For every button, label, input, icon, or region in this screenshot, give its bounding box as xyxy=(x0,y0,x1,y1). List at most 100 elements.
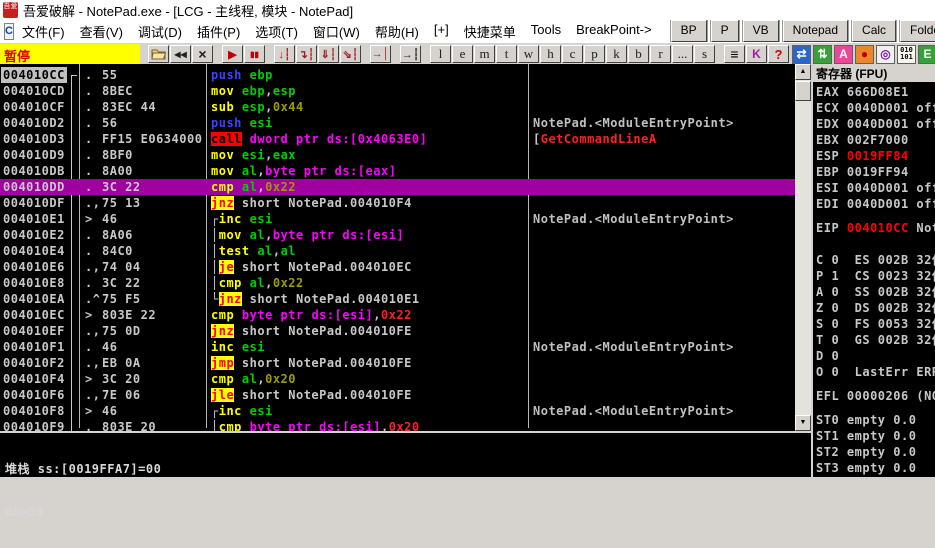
register-row[interactable]: C 0 ES 002B 32位 xyxy=(816,252,935,268)
quick-button-bp[interactable]: BP xyxy=(671,20,707,42)
register-row[interactable]: EBP 0019FF94 xyxy=(816,164,935,180)
trace-into-button[interactable]: ⇓┆ xyxy=(318,45,339,63)
register-row[interactable]: ECX 0040D001 off xyxy=(816,100,935,116)
window-button-b[interactable]: b xyxy=(628,45,649,63)
menu-item-3[interactable]: 插件(P) xyxy=(197,22,240,41)
register-row[interactable]: ST2 empty 0.0 xyxy=(816,444,935,460)
disasm-row[interactable]: 004010F6.,7E 06jle short NotePad.004010F… xyxy=(0,387,795,403)
scrollbar-thumb[interactable] xyxy=(795,81,811,101)
register-row[interactable]: ST0 empty 0.0 xyxy=(816,412,935,428)
disasm-row[interactable]: 004010DB.8A00mov al,byte ptr ds:[eax] xyxy=(0,163,795,179)
menu-item-2[interactable]: 调试(D) xyxy=(138,22,182,41)
window-button-k[interactable]: k xyxy=(606,45,627,63)
register-row[interactable]: EDI 0040D001 off xyxy=(816,196,935,212)
register-row[interactable]: Z 0 DS 002B 32位 xyxy=(816,300,935,316)
window-button-r[interactable]: r xyxy=(650,45,671,63)
disasm-row[interactable]: 004010E2.8A06│mov al,byte ptr ds:[esi] xyxy=(0,227,795,243)
binary-icon[interactable]: 010101 xyxy=(897,45,916,64)
menu-item-10[interactable]: BreakPoint-> xyxy=(576,22,652,41)
close-program-button[interactable]: × xyxy=(192,45,213,63)
register-row[interactable]: EBX 002F7000 xyxy=(816,132,935,148)
register-row[interactable]: EAX 666D08E1 xyxy=(816,84,935,100)
goto-button[interactable]: →┆ xyxy=(400,45,421,63)
run-button[interactable]: ▶ xyxy=(222,45,243,63)
window-button-l[interactable]: l xyxy=(430,45,451,63)
windows-list-button[interactable]: ≡ xyxy=(724,45,745,63)
menu-item-9[interactable]: Tools xyxy=(531,22,561,41)
window-button-h[interactable]: h xyxy=(540,45,561,63)
quick-button-vb[interactable]: VB xyxy=(743,20,779,42)
disasm-row[interactable]: 004010DD.3C 22cmp al,0x22 xyxy=(0,179,795,195)
window-button-w[interactable]: w xyxy=(518,45,539,63)
quick-button-folder[interactable]: Folder xyxy=(900,20,935,42)
register-row[interactable]: EDX 0040D001 off xyxy=(816,116,935,132)
trace-over-button[interactable]: ⇘┆ xyxy=(340,45,361,63)
register-row[interactable]: O 0 LastErr ERR xyxy=(816,364,935,380)
register-row[interactable]: EFL 00000206 (NO xyxy=(816,388,935,404)
disasm-scrollbar[interactable]: ▲ ▼ xyxy=(795,64,811,431)
window-button-s[interactable]: s xyxy=(694,45,715,63)
register-row[interactable]: ST1 empty 0.0 xyxy=(816,428,935,444)
disasm-row[interactable]: 004010EC>803E 22cmp byte ptr ds:[esi],0x… xyxy=(0,307,795,323)
menu-item-8[interactable]: 快捷菜单 xyxy=(464,22,516,41)
open-file-button[interactable] xyxy=(148,45,169,63)
cpu-window-icon[interactable]: C xyxy=(4,23,14,40)
quick-button-notepad[interactable]: Notepad xyxy=(783,20,848,42)
disasm-row[interactable]: 004010E1>46┌inc esiNotePad.<ModuleEntryP… xyxy=(0,211,795,227)
disasm-row[interactable]: 004010F9.803E 20│cmp byte ptr ds:[esi],0… xyxy=(0,419,795,431)
step-into-button[interactable]: ↓┆ xyxy=(274,45,295,63)
menu-item-4[interactable]: 选项(T) xyxy=(255,22,298,41)
register-row[interactable]: S 0 FS 0053 32位 xyxy=(816,316,935,332)
register-row[interactable]: EIP 004010CC Not xyxy=(816,220,935,236)
menu-item-1[interactable]: 查看(V) xyxy=(80,22,123,41)
register-row[interactable]: D 0 xyxy=(816,348,935,364)
plugin-icon[interactable]: E xyxy=(918,45,935,64)
disasm-row[interactable]: 004010F1.46inc esiNotePad.<ModuleEntryPo… xyxy=(0,339,795,355)
menu-item-0[interactable]: 文件(F) xyxy=(22,22,65,41)
scroll-up-button[interactable]: ▲ xyxy=(795,64,811,80)
assemble-icon[interactable]: A xyxy=(834,45,853,64)
disasm-row[interactable]: 004010DF.,75 13jnz short NotePad.004010F… xyxy=(0,195,795,211)
updown-icon[interactable]: ⇅ xyxy=(813,45,832,64)
disasm-row[interactable]: 004010F2.,EB 0Ajmp short NotePad.004010F… xyxy=(0,355,795,371)
register-row[interactable]: A 0 SS 002B 32位 xyxy=(816,284,935,300)
disasm-row[interactable]: 004010CD.8BECmov ebp,esp xyxy=(0,83,795,99)
disasm-row[interactable]: 004010D2.56push esiNotePad.<ModuleEntryP… xyxy=(0,115,795,131)
register-row[interactable]: T 0 GS 002B 32位 xyxy=(816,332,935,348)
menu-item-7[interactable]: [+] xyxy=(434,22,449,41)
disasm-row[interactable]: 004010EF.,75 0Djnz short NotePad.004010F… xyxy=(0,323,795,339)
disasm-row[interactable]: 004010F4>3C 20cmp al,0x20 xyxy=(0,371,795,387)
disasm-row[interactable]: 004010E8.3C 22│cmp al,0x22 xyxy=(0,275,795,291)
menu-item-5[interactable]: 窗口(W) xyxy=(313,22,360,41)
window-button-m[interactable]: m xyxy=(474,45,495,63)
window-button-p[interactable]: p xyxy=(584,45,605,63)
window-button-dotdotdot[interactable]: ... xyxy=(672,45,693,63)
scroll-down-button[interactable]: ▼ xyxy=(795,415,811,431)
step-over-button[interactable]: ↴┆ xyxy=(296,45,317,63)
window-button-e[interactable]: e xyxy=(452,45,473,63)
window-button-t[interactable]: t xyxy=(496,45,517,63)
disasm-row[interactable]: 004010CF.83EC 44sub esp,0x44 xyxy=(0,99,795,115)
target-icon[interactable]: ◎ xyxy=(876,45,895,64)
pause-button[interactable]: ▮▮ xyxy=(244,45,265,63)
disasm-row[interactable]: 004010EA.^75 F5└jnz short NotePad.004010… xyxy=(0,291,795,307)
help-button[interactable]: ? xyxy=(768,45,789,63)
disasm-row[interactable]: 004010E6.,74 04│je short NotePad.004010E… xyxy=(0,259,795,275)
disasm-row[interactable]: 004010E4.84C0│test al,al xyxy=(0,243,795,259)
quick-button-calc[interactable]: Calc xyxy=(852,20,896,42)
quick-button-p[interactable]: P xyxy=(711,20,739,42)
register-row[interactable]: P 1 CS 0023 32位 xyxy=(816,268,935,284)
swap-icon[interactable]: ⇄ xyxy=(792,45,811,64)
record-icon[interactable]: ● xyxy=(855,45,874,64)
register-row[interactable]: ESI 0040D001 off xyxy=(816,180,935,196)
register-row[interactable]: ESP 0019FF84 xyxy=(816,148,935,164)
disasm-row[interactable]: 004010F8>46┌inc esiNotePad.<ModuleEntryP… xyxy=(0,403,795,419)
disasm-row[interactable]: 004010D3.FF15 E0634000call dword ptr ds:… xyxy=(0,131,795,147)
disasm-row[interactable]: 004010D9.8BF0mov esi,eax xyxy=(0,147,795,163)
window-button-c[interactable]: c xyxy=(562,45,583,63)
register-row[interactable]: ST3 empty 0.0 xyxy=(816,460,935,476)
disasm-row[interactable]: 004010CC.55push ebp xyxy=(0,67,795,83)
k-window-button[interactable]: K xyxy=(746,45,767,63)
execute-till-return-button[interactable]: →│ xyxy=(370,45,391,63)
disassembly-pane[interactable]: 004010CC.55push ebp004010CD.8BECmov ebp,… xyxy=(0,64,795,431)
